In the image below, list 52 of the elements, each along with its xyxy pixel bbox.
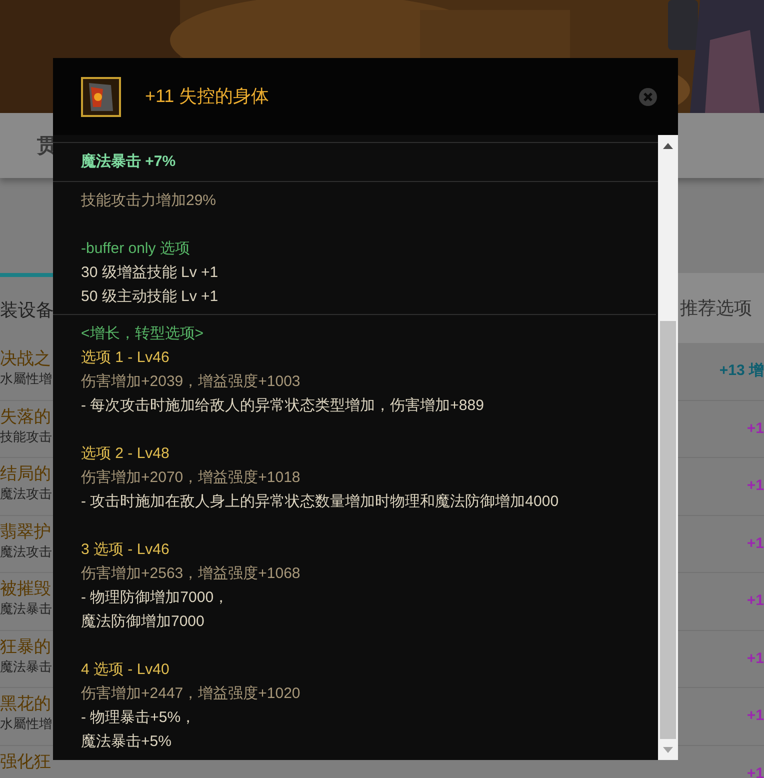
option-text: +1 <box>746 534 764 554</box>
scroll-down-icon[interactable] <box>663 747 673 753</box>
scrollbar-thumb[interactable] <box>660 321 676 739</box>
option-effect: 魔法防御增加7000 <box>80 612 206 632</box>
item-name[interactable]: 黑花的 <box>0 693 53 715</box>
option-title: 选项 1 - Lv46 <box>80 348 170 368</box>
section-heading: -buffer only 选项 <box>80 239 191 259</box>
option-text: +1 <box>746 706 764 726</box>
item-detail: 魔法攻击 <box>0 485 53 503</box>
option-effect: - 物理暴击+5%， <box>80 708 197 728</box>
column-header: 推荐选项 <box>678 273 764 343</box>
column-header: 装设备 <box>0 298 54 322</box>
item-name[interactable]: 失落的 <box>0 406 53 428</box>
item-detail: 技能攻击 <box>0 428 53 446</box>
bonus-line: 30 级增益技能 Lv +1 <box>80 263 220 283</box>
option-text: +1 <box>746 418 764 438</box>
item-name[interactable]: 狂暴的 <box>0 636 53 658</box>
item-detail: 水屬性增 <box>0 715 53 733</box>
item-detail: 魔法暴击 <box>0 658 53 676</box>
item-detail: 水屬性增 <box>0 370 53 388</box>
option-effect: - 攻击时施加在敌人身上的异常状态数量增加时物理和魔法防御增加4000 <box>80 492 560 512</box>
option-text: +1 <box>746 764 764 778</box>
option-title: 4 选项 - Lv40 <box>80 660 170 680</box>
item-name[interactable]: 强化狂 <box>0 750 53 772</box>
scrollbar[interactable] <box>658 135 678 760</box>
option-text: +13 增 <box>719 361 764 381</box>
item-name[interactable]: 结局的 <box>0 463 53 485</box>
close-icon[interactable] <box>638 86 658 106</box>
scroll-up-icon[interactable] <box>663 143 673 149</box>
item-icon <box>81 76 121 116</box>
item-detail: 魔法攻击 <box>0 542 53 560</box>
description: 技能攻击力增加29% <box>80 191 218 211</box>
option-stats: 伤害增加+2039，增益强度+1003 <box>80 372 302 392</box>
item-name[interactable]: 决战之 <box>0 348 53 370</box>
option-text: +1 <box>746 591 764 611</box>
option-title: 选项 2 - Lv48 <box>80 444 170 464</box>
item-name[interactable]: 被摧毁 <box>0 578 53 600</box>
option-text: +1 <box>746 648 764 668</box>
option-effect: 魔法暴击+5% <box>80 732 172 752</box>
option-text: +1 <box>746 476 764 496</box>
item-name[interactable]: 翡翠护 <box>0 520 53 542</box>
section-heading: <增长，转型选项> <box>80 324 205 344</box>
option-stats: 伤害增加+2563，增益强度+1068 <box>80 564 302 584</box>
option-stats: 伤害增加+2447，增益强度+1020 <box>80 684 302 704</box>
item-title: +11 失控的身体 <box>145 85 270 108</box>
item-detail: 魔法暴击 <box>0 600 53 618</box>
option-effect: - 每次攻击时施加给敌人的异常状态类型增加，伤害增加+889 <box>80 396 485 416</box>
bonus-line: 50 级主动技能 Lv +1 <box>80 287 220 307</box>
main-stat: 魔法暴击 +7% <box>53 143 658 182</box>
option-stats: 伤害增加+2070，增益强度+1018 <box>80 468 302 488</box>
option-effect: - 物理防御增加7000， <box>80 588 230 608</box>
option-title: 3 选项 - Lv46 <box>80 540 170 560</box>
